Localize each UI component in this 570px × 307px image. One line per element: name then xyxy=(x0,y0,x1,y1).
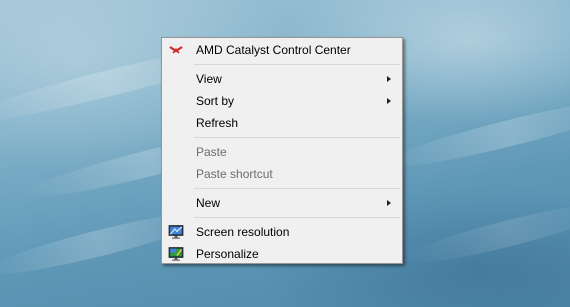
menu-item-new[interactable]: New xyxy=(162,192,402,214)
submenu-arrow-icon xyxy=(387,98,391,104)
menu-item-label: New xyxy=(196,196,221,210)
menu-item-sort-by[interactable]: Sort by xyxy=(162,90,402,112)
menu-item-label: Refresh xyxy=(196,116,239,130)
menu-item-label: Paste xyxy=(196,145,227,159)
menu-separator xyxy=(194,64,400,65)
desktop-context-menu: AMD Catalyst Control Center View Sort by… xyxy=(161,37,403,264)
amd-catalyst-icon xyxy=(168,42,184,58)
personalize-icon xyxy=(168,246,184,262)
menu-item-view[interactable]: View xyxy=(162,68,402,90)
menu-item-label: AMD Catalyst Control Center xyxy=(196,43,351,57)
menu-separator xyxy=(194,137,400,138)
menu-separator xyxy=(194,188,400,189)
menu-item-paste-shortcut[interactable]: Paste shortcut xyxy=(162,163,402,185)
menu-item-label: Personalize xyxy=(196,247,259,261)
submenu-arrow-icon xyxy=(387,200,391,206)
menu-item-label: View xyxy=(196,72,222,86)
menu-item-amd-catalyst[interactable]: AMD Catalyst Control Center xyxy=(162,39,402,61)
menu-item-label: Screen resolution xyxy=(196,225,290,239)
screen-resolution-icon xyxy=(168,224,184,240)
menu-item-screen-resolution[interactable]: Screen resolution xyxy=(162,221,402,243)
submenu-arrow-icon xyxy=(387,76,391,82)
menu-item-refresh[interactable]: Refresh xyxy=(162,112,402,134)
menu-separator xyxy=(194,217,400,218)
wallpaper-streak xyxy=(400,193,570,273)
menu-item-label: Sort by xyxy=(196,94,235,108)
menu-item-label: Paste shortcut xyxy=(196,167,273,181)
menu-item-personalize[interactable]: Personalize xyxy=(162,243,402,265)
menu-item-paste[interactable]: Paste xyxy=(162,141,402,163)
wallpaper-streak xyxy=(380,88,570,178)
